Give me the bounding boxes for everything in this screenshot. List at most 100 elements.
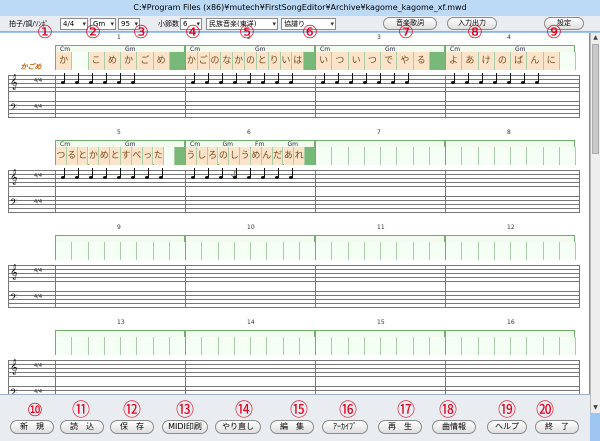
lyric-cell[interactable]: ん <box>261 147 273 165</box>
lyric-measure-box[interactable] <box>185 235 316 260</box>
lyric-cell[interactable] <box>283 242 300 260</box>
lyric-cell[interactable] <box>137 242 154 260</box>
lyric-cell[interactable] <box>299 242 316 260</box>
lyric-cell[interactable] <box>446 147 463 165</box>
lyric-cell[interactable]: る <box>413 52 430 70</box>
scroll-up-arrow-icon[interactable]: ▲ <box>591 33 600 43</box>
lyric-cell[interactable] <box>397 337 414 355</box>
lyric-cell[interactable]: べ <box>131 147 143 165</box>
lyric-cell[interactable] <box>381 242 398 260</box>
lyric-cell[interactable] <box>511 242 528 260</box>
lyric-cell[interactable]: は <box>292 52 305 70</box>
lyric-cell[interactable]: い <box>348 52 365 70</box>
lyric-cell[interactable] <box>137 337 154 355</box>
lyric-cell[interactable]: め <box>99 147 111 165</box>
lyric-cell[interactable] <box>251 337 268 355</box>
lyric-measure-box[interactable] <box>445 140 576 165</box>
lyric-cell[interactable]: ば <box>511 52 528 70</box>
lyric-measure-box[interactable] <box>55 235 186 260</box>
lyric-cell[interactable] <box>429 242 446 260</box>
lyric-cell[interactable] <box>72 52 89 70</box>
scroll-thumb[interactable] <box>592 44 599 154</box>
lyric-cell[interactable] <box>169 52 186 70</box>
lyric-cell[interactable] <box>413 242 430 260</box>
lyric-cell[interactable] <box>494 147 511 165</box>
lyric-cell[interactable]: の <box>494 52 511 70</box>
lyric-cell[interactable] <box>348 147 365 165</box>
lyric-cell[interactable] <box>72 242 89 260</box>
lyric-cell[interactable] <box>527 242 544 260</box>
lyric-cell[interactable]: の <box>245 52 257 70</box>
lyric-measure-box[interactable]: Cm Gm いついつでやる <box>315 45 446 70</box>
lyric-cell[interactable]: と <box>77 147 89 165</box>
lyric-cell[interactable]: し <box>196 147 208 165</box>
lyric-cell[interactable] <box>478 337 495 355</box>
lyric-cell[interactable] <box>429 52 446 70</box>
lyric-cell[interactable]: と <box>110 147 121 165</box>
lyric-cell[interactable]: だ <box>272 147 284 165</box>
lyric-cell[interactable]: ご <box>137 52 154 70</box>
lyric-cell[interactable] <box>121 337 138 355</box>
lyric-cell[interactable] <box>413 337 430 355</box>
lyric-cell[interactable] <box>332 242 349 260</box>
lyric-cell[interactable] <box>104 337 121 355</box>
lyric-cell[interactable]: る <box>66 147 78 165</box>
lyric-cell[interactable]: で <box>381 52 398 70</box>
vertical-scrollbar[interactable]: ▲ ▼ <box>590 33 600 413</box>
lyric-cell[interactable]: か <box>56 52 73 70</box>
lyric-cell[interactable]: こ <box>88 52 105 70</box>
lyric-cell[interactable] <box>88 337 105 355</box>
lyric-cell[interactable] <box>153 242 170 260</box>
lyric-cell[interactable] <box>316 147 333 165</box>
lyric-cell[interactable] <box>202 337 219 355</box>
lyric-cell[interactable] <box>332 337 349 355</box>
lyric-cell[interactable]: つ <box>56 147 67 165</box>
lyric-cell[interactable] <box>494 242 511 260</box>
lyric-cell[interactable] <box>462 337 479 355</box>
lyric-cell[interactable] <box>316 337 333 355</box>
lyric-cell[interactable] <box>121 242 138 260</box>
lyric-cell[interactable] <box>429 147 446 165</box>
lyric-measure-box[interactable]: Cm Gm かこめかごめ <box>55 45 186 70</box>
lyric-cell[interactable] <box>56 337 73 355</box>
lyric-cell[interactable] <box>559 147 576 165</box>
lyric-cell[interactable] <box>397 147 414 165</box>
lyric-cell[interactable] <box>543 242 560 260</box>
lyric-cell[interactable]: つ <box>332 52 349 70</box>
lyric-cell[interactable]: か <box>88 147 100 165</box>
score-area[interactable]: 1 Cm Gm かこめかごめ 2 Cm Gm かごのなかのとりいは 3 Cm Gm いついつでやる 4 C… <box>0 33 590 403</box>
lyric-cell[interactable]: ご <box>197 52 210 70</box>
lyric-cell[interactable]: か <box>121 52 138 70</box>
lyric-cell[interactable] <box>446 242 463 260</box>
lyric-cell[interactable]: ん <box>527 52 544 70</box>
lyric-cell[interactable] <box>446 337 463 355</box>
lyric-cell[interactable] <box>164 147 176 165</box>
lyric-cell[interactable] <box>364 242 381 260</box>
lyric-measure-box[interactable] <box>445 235 576 260</box>
lyric-cell[interactable] <box>218 242 235 260</box>
lyric-cell[interactable] <box>218 337 235 355</box>
lyric-cell[interactable]: あ <box>462 52 479 70</box>
lyric-cell[interactable] <box>267 337 284 355</box>
lyric-cell[interactable]: あ <box>283 147 295 165</box>
lyric-cell[interactable] <box>169 337 186 355</box>
lyric-cell[interactable] <box>332 147 349 165</box>
lyric-cell[interactable]: う <box>240 147 251 165</box>
lyric-cell[interactable] <box>364 337 381 355</box>
lyric-cell[interactable] <box>543 147 560 165</box>
lyric-cell[interactable]: す <box>121 147 132 165</box>
lyric-cell[interactable]: つ <box>364 52 381 70</box>
lyric-cell[interactable] <box>527 337 544 355</box>
lyric-cell[interactable] <box>511 337 528 355</box>
lyric-cell[interactable] <box>88 242 105 260</box>
lyric-cell[interactable] <box>559 337 576 355</box>
lyric-cell[interactable]: ろ <box>207 147 219 165</box>
lyric-cell[interactable] <box>462 242 479 260</box>
lyric-measure-box[interactable] <box>445 330 576 355</box>
lyric-cell[interactable] <box>169 242 186 260</box>
lyric-cell[interactable]: れ <box>294 147 306 165</box>
lyric-cell[interactable] <box>559 242 576 260</box>
lyric-cell[interactable] <box>413 147 430 165</box>
lyric-cell[interactable]: の <box>218 147 230 165</box>
lyric-cell[interactable] <box>104 242 121 260</box>
